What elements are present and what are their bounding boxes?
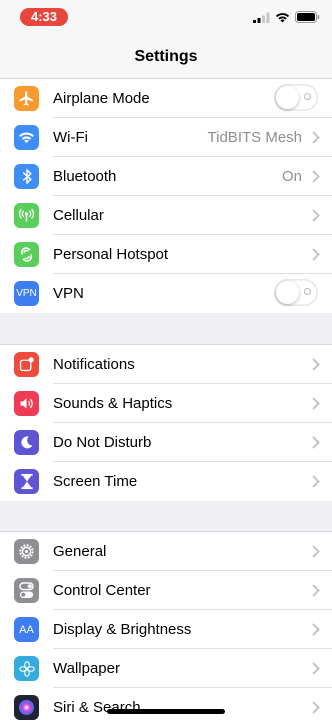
row-general[interactable]: General	[0, 532, 332, 571]
chevron-right-icon	[312, 436, 320, 449]
row-label: Cellular	[53, 207, 104, 224]
chevron-right-icon	[312, 584, 320, 597]
row-siri-search[interactable]: Siri & Search	[0, 688, 332, 727]
row-label: Display & Brightness	[53, 621, 192, 638]
row-label: Airplane Mode	[53, 90, 150, 107]
chevron-right-icon	[312, 475, 320, 488]
wifi-icon	[14, 125, 39, 150]
flower-icon	[14, 656, 39, 681]
chevron-right-icon	[312, 170, 320, 183]
row-label: Sounds & Haptics	[53, 395, 173, 412]
vpn-toggle[interactable]	[274, 279, 318, 306]
status-icons	[253, 10, 320, 24]
chevron-right-icon	[312, 397, 320, 410]
row-label: Control Center	[53, 582, 151, 599]
vpn-icon-text: VPN	[16, 288, 37, 299]
chevron-right-icon	[312, 701, 320, 714]
row-label: Notifications	[53, 356, 135, 373]
signal-icon	[253, 12, 270, 23]
row-label: Personal Hotspot	[53, 246, 169, 263]
moon-icon	[14, 430, 39, 455]
chevron-right-icon	[312, 248, 320, 261]
settings-group-general: General Control Center AA Display & Brig…	[0, 531, 332, 727]
row-label: Screen Time	[53, 473, 138, 490]
row-wallpaper[interactable]: Wallpaper	[0, 649, 332, 688]
row-airplane-mode[interactable]: Airplane Mode	[0, 79, 332, 118]
row-display-brightness[interactable]: AA Display & Brightness	[0, 610, 332, 649]
row-label: General	[53, 543, 107, 560]
bluetooth-icon	[14, 164, 39, 189]
page-title: Settings	[134, 48, 198, 65]
chevron-right-icon	[312, 623, 320, 636]
row-label: Bluetooth	[53, 168, 117, 185]
row-vpn[interactable]: VPN VPN	[0, 274, 332, 313]
airplane-mode-toggle[interactable]	[274, 84, 318, 111]
row-bluetooth[interactable]: Bluetooth On	[0, 157, 332, 196]
row-wifi[interactable]: Wi-Fi TidBITS Mesh	[0, 118, 332, 157]
wifi-status-icon	[275, 12, 290, 22]
status-bar: 4:33	[0, 0, 332, 34]
cellular-icon	[14, 203, 39, 228]
status-time[interactable]: 4:33	[20, 8, 68, 26]
display-icon-text: AA	[19, 623, 34, 636]
chevron-right-icon	[312, 358, 320, 371]
chevron-right-icon	[312, 662, 320, 675]
row-label: Wallpaper	[53, 660, 120, 677]
battery-icon	[295, 11, 320, 23]
navigation-bar: Settings	[0, 34, 332, 79]
gear-icon	[14, 539, 39, 564]
chevron-right-icon	[312, 209, 320, 222]
settings-group-notifications: Notifications Sounds & Haptics Do Not Di…	[0, 344, 332, 501]
row-label: Wi-Fi	[53, 129, 88, 146]
row-control-center[interactable]: Control Center	[0, 571, 332, 610]
row-notifications[interactable]: Notifications	[0, 345, 332, 384]
hourglass-icon	[14, 469, 39, 494]
display-icon: AA	[14, 617, 39, 642]
chevron-right-icon	[312, 545, 320, 558]
chevron-right-icon	[312, 131, 320, 144]
row-screen-time[interactable]: Screen Time	[0, 462, 332, 501]
row-label: VPN	[53, 285, 84, 302]
settings-group-connectivity: Airplane Mode Wi-Fi TidBITS Mesh Bluetoo…	[0, 79, 332, 313]
notifications-icon	[14, 352, 39, 377]
speaker-icon	[14, 391, 39, 416]
siri-icon	[14, 695, 39, 720]
vpn-icon: VPN	[14, 281, 39, 306]
row-cellular[interactable]: Cellular	[0, 196, 332, 235]
hotspot-icon	[14, 242, 39, 267]
airplane-icon	[14, 86, 39, 111]
bluetooth-value: On	[281, 168, 302, 185]
row-personal-hotspot[interactable]: Personal Hotspot	[0, 235, 332, 274]
toggles-icon	[14, 578, 39, 603]
home-indicator[interactable]	[107, 709, 225, 714]
row-do-not-disturb[interactable]: Do Not Disturb	[0, 423, 332, 462]
row-sounds-haptics[interactable]: Sounds & Haptics	[0, 384, 332, 423]
wifi-network-value: TidBITS Mesh	[207, 129, 302, 146]
row-label: Do Not Disturb	[53, 434, 152, 451]
